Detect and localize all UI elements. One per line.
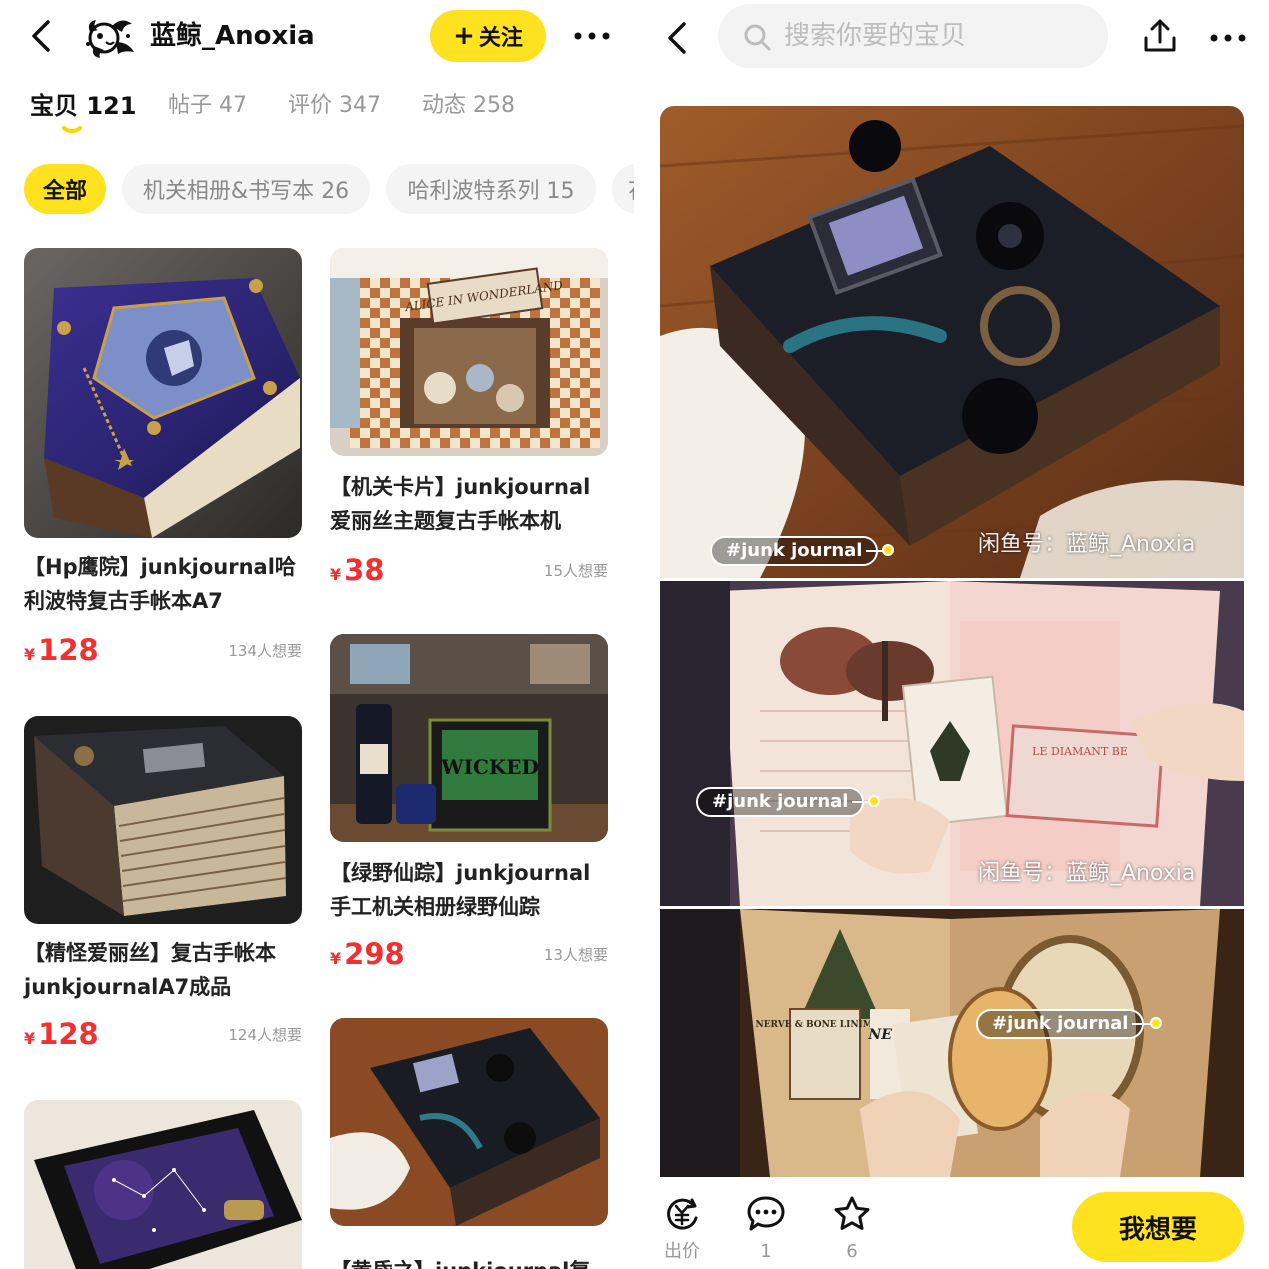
comment-button[interactable]: 1 — [736, 1194, 796, 1264]
tag-pill[interactable]: #junk journal — [696, 787, 865, 817]
product-image[interactable] — [24, 248, 302, 538]
more-dots-icon — [1210, 34, 1246, 42]
shop-header: 蓝鲸_Anoxia + 关注 — [0, 0, 634, 72]
product-price: ¥298 — [330, 937, 405, 971]
chevron-left-icon — [32, 20, 50, 52]
bid-yen-icon — [667, 1198, 698, 1230]
share-upload-icon — [1144, 19, 1176, 52]
back-button[interactable] — [658, 18, 698, 58]
watermark: 闲鱼号：蓝鲸_Anoxia — [978, 532, 1196, 557]
category-chips: 全部 机关相册&书写本 26 哈利波特系列 15 花 — [0, 164, 634, 214]
product-image[interactable] — [330, 1018, 608, 1226]
tab-activity[interactable]: 动态 258 — [422, 90, 515, 122]
product-wants: 15人想要 — [543, 562, 608, 580]
tab-reviews[interactable]: 评价 347 — [288, 90, 381, 122]
comment-count: 1 — [760, 1241, 772, 1262]
product-wants: 134人想要 — [228, 642, 302, 660]
product-wants: 124人想要 — [228, 1026, 302, 1044]
product-title: 【绿野仙踪】junkjournal手工机关相册绿野仙踪 — [330, 861, 591, 919]
favorite-button[interactable]: 6 — [822, 1194, 882, 1264]
product-image[interactable]: WICKED — [330, 634, 608, 842]
product-card[interactable]: 【黄昏之】junkjournal复 — [330, 1018, 608, 1269]
star-icon — [834, 1196, 870, 1230]
tag-pill[interactable]: #junk journal — [976, 1009, 1145, 1039]
product-card[interactable]: 【Hp鹰院】junkjournal哈利波特复古手帐本A7 ¥128 134人想要 — [24, 248, 302, 668]
search-icon — [744, 24, 771, 51]
follow-button[interactable]: + 关注 — [430, 10, 546, 62]
shop-name: 蓝鲸_Anoxia — [150, 21, 315, 51]
product-title: 【黄昏之】junkjournal复 — [330, 1254, 608, 1269]
want-button[interactable]: 我想要 — [1072, 1192, 1244, 1262]
tag-pill[interactable]: #junk journal — [710, 536, 879, 566]
tab-posts[interactable]: 帖子 47 — [168, 90, 247, 122]
shop-tabs: 宝贝 121 帖子 47 评价 347 动态 258 — [0, 84, 634, 134]
more-button[interactable] — [572, 22, 612, 50]
comment-bubble-icon — [747, 1196, 785, 1231]
product-card[interactable]: ALICE IN WONDERLAND 【机关卡片】junkjournal爱丽丝… — [330, 248, 608, 598]
chevron-left-icon — [668, 22, 686, 54]
postcard-text: LE DIAMANT BE — [1032, 745, 1128, 758]
product-title: 【精怪爱丽丝】复古手帐本junkjournalA7成品 — [24, 941, 276, 999]
tag-dot-icon — [1150, 1017, 1162, 1029]
bottom-action-bar: 出价 1 6 我想要 — [634, 1184, 1269, 1269]
product-image[interactable] — [24, 716, 302, 924]
back-button[interactable] — [22, 16, 62, 56]
product-title: 【Hp鹰院】junkjournal哈利波特复古手帐本A7 — [24, 555, 296, 613]
follow-label: 关注 — [478, 26, 523, 51]
search-placeholder: 搜索你要的宝贝 — [784, 21, 967, 51]
shop-avatar[interactable] — [82, 12, 138, 62]
product-card[interactable]: WICKED 【绿野仙踪】junkjournal手工机关相册绿野仙踪 ¥298 … — [330, 634, 608, 974]
product-price: ¥128 — [24, 633, 99, 667]
product-price: ¥38 — [330, 553, 385, 587]
chip-harry-potter[interactable]: 哈利波特系列 15 — [386, 164, 596, 214]
product-photo[interactable]: LE DIAMANT BE #junk journal 闲鱼号：蓝鲸_Anoxi… — [660, 581, 1244, 906]
product-card[interactable]: 【精怪爱丽丝】复古手帐本junkjournalA7成品 ¥128 124人想要 — [24, 716, 302, 1056]
chip-flowers[interactable]: 花 — [612, 164, 634, 214]
tab-active-indicator — [62, 126, 82, 133]
favorite-count: 6 — [846, 1241, 858, 1262]
plus-icon: + — [453, 21, 475, 51]
wicked-sign-text: WICKED — [440, 755, 539, 779]
tag-dot-icon — [882, 544, 894, 556]
whale-logo-icon — [86, 20, 134, 58]
more-button[interactable] — [1208, 24, 1248, 52]
watermark: 闲鱼号：蓝鲸_Anoxia — [978, 861, 1196, 886]
more-dots-icon — [574, 32, 610, 40]
product-price: ¥128 — [24, 1017, 99, 1051]
product-photo[interactable]: #junk journal 闲鱼号：蓝鲸_Anoxia — [660, 106, 1244, 578]
chip-albums[interactable]: 机关相册&书写本 26 — [122, 164, 370, 214]
tag-connector — [1132, 1023, 1152, 1025]
shop-page: 蓝鲸_Anoxia + 关注 宝贝 121 帖子 47 评价 347 动态 25… — [0, 0, 634, 1269]
bid-button[interactable]: 出价 — [652, 1194, 712, 1264]
product-card[interactable] — [24, 1100, 302, 1269]
product-title: 【机关卡片】junkjournal爱丽丝主题复古手帐本机 — [330, 475, 591, 533]
tab-items[interactable]: 宝贝 121 — [30, 90, 136, 122]
product-photo[interactable]: NERVE & BONE LINIMENT NEW #junk journal — [660, 909, 1244, 1177]
bid-label: 出价 — [664, 1241, 700, 1262]
chip-all[interactable]: 全部 — [24, 164, 106, 214]
product-image[interactable]: ALICE IN WONDERLAND — [330, 248, 608, 456]
product-wants: 13人想要 — [543, 946, 608, 964]
product-image[interactable] — [24, 1100, 302, 1269]
tag-dot-icon — [868, 795, 880, 807]
share-button[interactable] — [1140, 16, 1180, 56]
item-detail-page: 搜索你要的宝贝 #junk journal 闲鱼号：蓝鲸_Anoxia LE D… — [634, 0, 1269, 1269]
search-input[interactable]: 搜索你要的宝贝 — [718, 4, 1108, 68]
